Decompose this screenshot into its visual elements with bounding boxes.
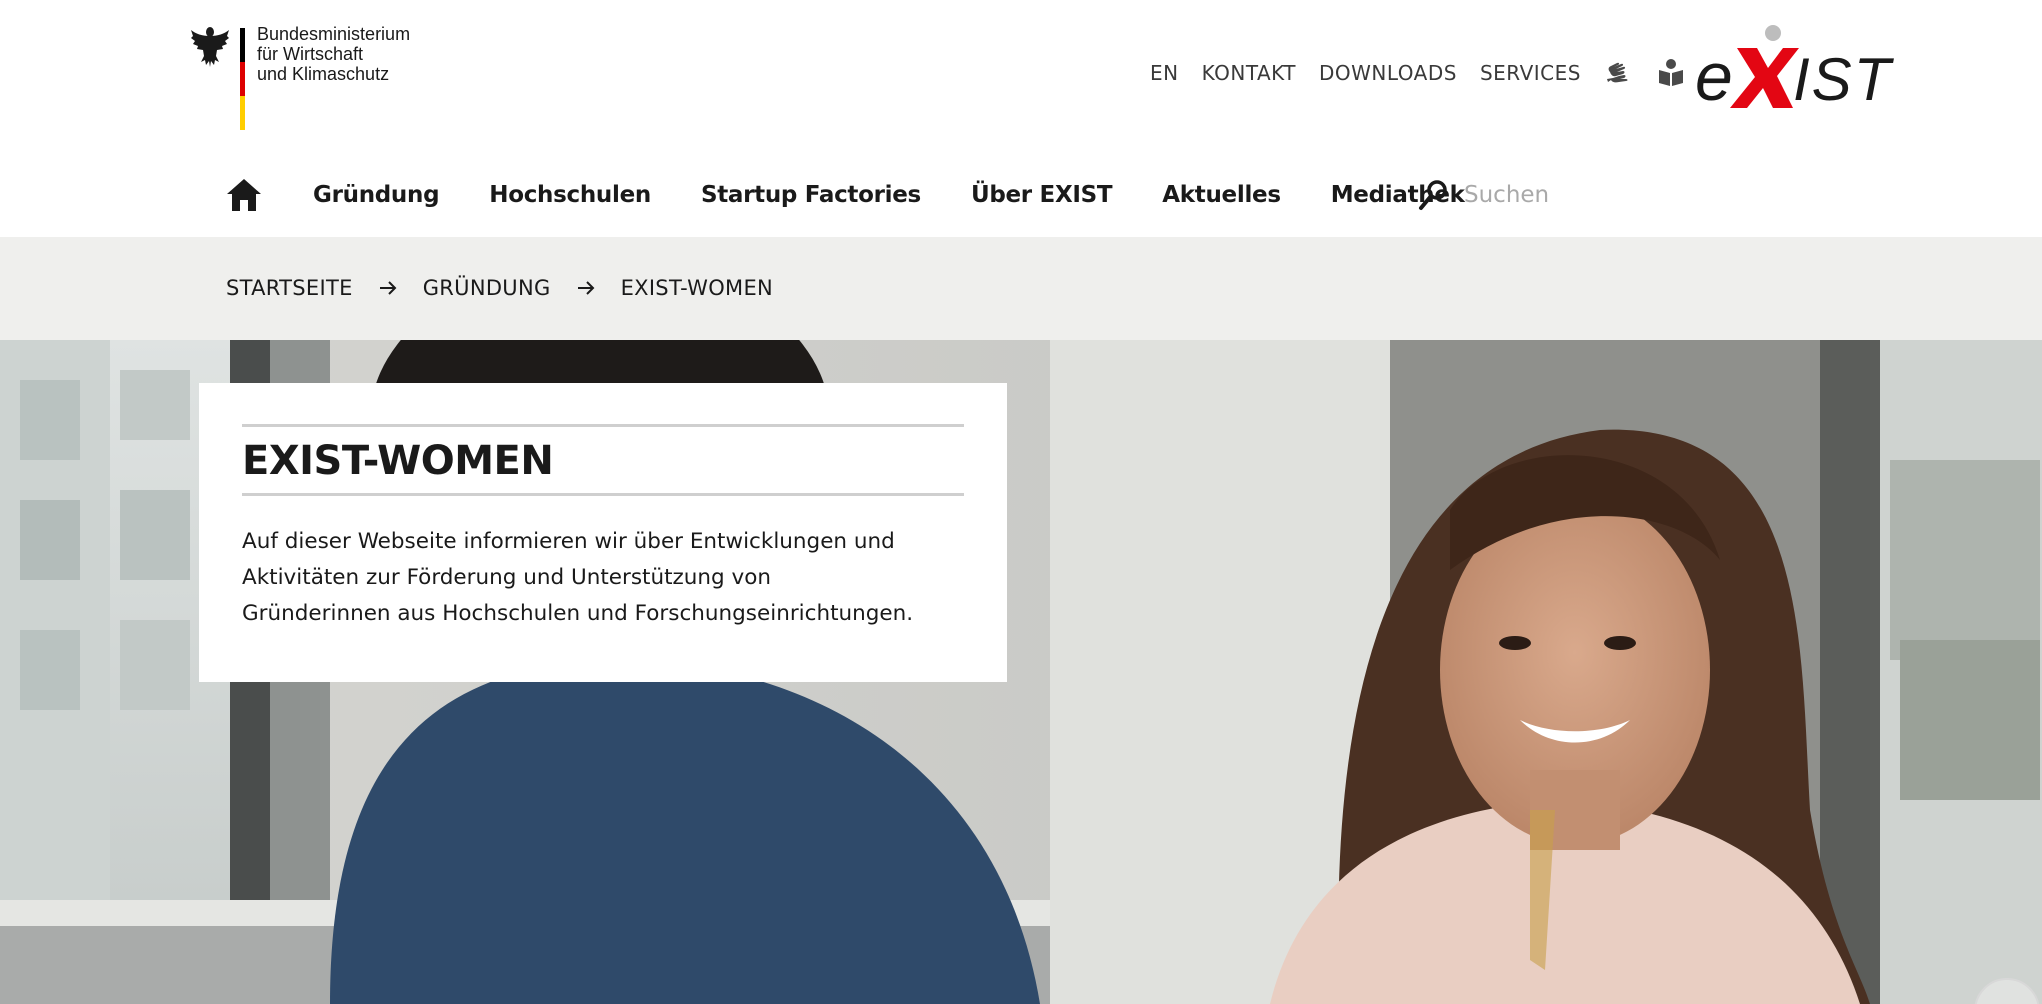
hero-intro-line: Auf dieser Webseite informieren wir über… — [242, 529, 895, 554]
meta-nav-language[interactable]: EN — [1150, 61, 1179, 85]
sign-language-icon[interactable] — [1604, 58, 1634, 88]
arrow-right-icon — [577, 281, 594, 295]
meta-nav-kontakt[interactable]: KONTAKT — [1202, 61, 1296, 85]
title-rule-bottom — [242, 493, 964, 496]
ministry-logo[interactable]: Bundesministerium für Wirtschaft und Kli… — [190, 24, 430, 130]
scroll-to-top-button[interactable] — [1972, 975, 2042, 1004]
logo-letters-ist: IST — [1793, 46, 1895, 112]
hero-intro-line: Aktivitäten zur Förderung und Unterstütz… — [242, 565, 772, 590]
breadcrumb: STARTSEITE GRÜNDUNG EXIST-WOMEN — [226, 273, 773, 303]
logo-letter-x — [1730, 48, 1799, 108]
meta-nav-services[interactable]: SERVICES — [1480, 61, 1581, 85]
hero-intro-line: Gründerinnen aus Hochschulen und Forschu… — [242, 601, 914, 626]
breadcrumb-startseite[interactable]: STARTSEITE — [226, 276, 353, 300]
ministry-name-line: Bundesministerium — [257, 24, 411, 44]
arrow-right-icon — [379, 281, 397, 295]
meta-navigation: EN KONTAKT DOWNLOADS SERVICES — [1150, 58, 1708, 88]
german-flag-bar — [240, 28, 245, 130]
nav-item-startup-factories[interactable]: Startup Factories — [701, 182, 921, 208]
search-input[interactable] — [1464, 182, 1684, 208]
ministry-name-line: für Wirtschaft — [257, 44, 364, 64]
breadcrumb-bar: STARTSEITE GRÜNDUNG EXIST-WOMEN — [0, 237, 2042, 340]
main-navigation: Gründung Hochschulen Startup Factories Ü… — [225, 170, 1515, 220]
easy-read-icon[interactable] — [1656, 58, 1686, 88]
hero-teaser-card: EXIST-WOMEN Auf dieser Webseite informie… — [199, 383, 1007, 682]
site-header: Bundesministerium für Wirtschaft und Kli… — [0, 0, 2042, 237]
flag-stripe-gold — [240, 96, 245, 130]
logo-dot — [1765, 25, 1781, 41]
nav-item-aktuelles[interactable]: Aktuelles — [1162, 182, 1281, 208]
breadcrumb-current-page: EXIST-WOMEN — [620, 276, 774, 300]
nav-item-hochschulen[interactable]: Hochschulen — [489, 182, 651, 208]
logo-letter-e: e — [1695, 39, 1733, 112]
hero-intro-text: Auf dieser Webseite informieren wir über… — [242, 524, 982, 632]
page-title: EXIST-WOMEN — [242, 438, 554, 484]
federal-eagle-icon — [191, 27, 229, 67]
nav-item-ueber-exist[interactable]: Über EXIST — [971, 182, 1113, 208]
home-icon[interactable] — [225, 176, 263, 214]
flag-stripe-red — [240, 62, 245, 96]
search-box — [1418, 172, 1684, 218]
exist-logo[interactable]: e IST — [1695, 22, 1895, 115]
flag-stripe-black — [240, 28, 245, 62]
nav-item-gruendung[interactable]: Gründung — [313, 182, 440, 208]
meta-nav-downloads[interactable]: DOWNLOADS — [1319, 61, 1457, 85]
search-icon[interactable] — [1418, 179, 1448, 211]
breadcrumb-gruendung[interactable]: GRÜNDUNG — [423, 276, 551, 300]
ministry-name-line: und Klimaschutz — [257, 64, 390, 84]
ministry-name: Bundesministerium für Wirtschaft und Kli… — [257, 24, 410, 84]
title-rule-top — [242, 424, 964, 427]
